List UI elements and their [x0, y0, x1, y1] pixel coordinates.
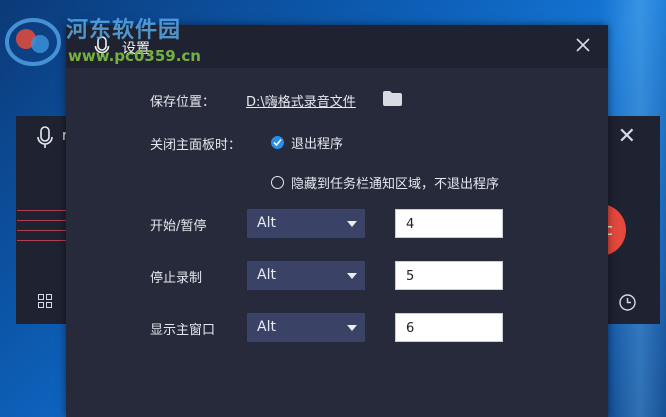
hotkey-stop-label: 停止录制 [150, 271, 203, 286]
save-location-path-link[interactable]: D:\嗨格式录音文件 [246, 91, 356, 110]
folder-icon[interactable] [383, 91, 402, 106]
start-pause-modifier-select[interactable]: Alt [247, 209, 365, 238]
show-window-modifier-value: Alt [257, 319, 276, 335]
dropdown-arrow-icon [347, 273, 357, 279]
watermark-site-name: 河东软件园 [66, 18, 182, 43]
on-close-label: 关闭主面板时： [150, 138, 242, 153]
hide-to-tray-radio[interactable]: 隐藏到任务栏通知区域，不退出程序 [271, 173, 499, 192]
grid-icon[interactable] [38, 294, 52, 308]
start-pause-modifier-value: Alt [257, 215, 276, 231]
close-icon[interactable] [576, 38, 590, 52]
show-window-modifier-select[interactable]: Alt [247, 313, 365, 342]
exit-program-checkbox[interactable]: 退出程序 [271, 133, 343, 152]
settings-dialog: 设置 保存位置： D:\嗨格式录音文件 关闭主面板时： 退出程序 隐藏到任务栏通… [66, 25, 608, 417]
checkmark-icon [271, 136, 284, 149]
start-pause-key-input[interactable]: 4 [395, 209, 503, 238]
save-location-label: 保存位置： [150, 95, 216, 110]
stop-modifier-value: Alt [257, 267, 276, 283]
clock-icon[interactable] [619, 294, 636, 311]
microphone-icon [37, 126, 53, 148]
exit-program-option-label: 退出程序 [291, 137, 344, 152]
hotkey-show-window-label: 显示主窗口 [150, 323, 216, 338]
watermark-url: www.pc0359.cn [68, 47, 201, 65]
hotkey-start-pause-label: 开始/暂停 [150, 219, 207, 234]
waveform-visual [17, 210, 67, 250]
main-window-close-icon[interactable]: ✕ [618, 124, 636, 149]
stop-modifier-select[interactable]: Alt [247, 261, 365, 290]
show-window-key-input[interactable]: 6 [395, 313, 503, 342]
stop-key-input[interactable]: 5 [395, 261, 503, 290]
hide-to-tray-option-label: 隐藏到任务栏通知区域，不退出程序 [291, 177, 500, 192]
dropdown-arrow-icon [347, 221, 357, 227]
dropdown-arrow-icon [347, 325, 357, 331]
radio-circle-icon [271, 176, 284, 189]
watermark-logo-icon [5, 18, 61, 66]
